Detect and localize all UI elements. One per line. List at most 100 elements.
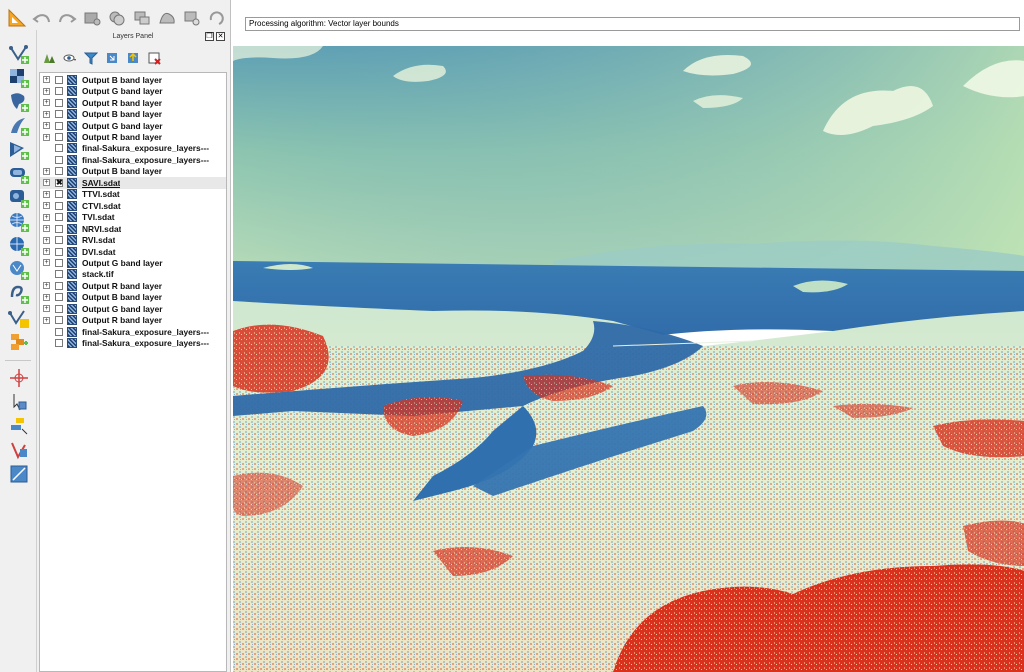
layer-visibility-checkbox[interactable] <box>55 98 63 107</box>
expand-toggle-icon[interactable]: + <box>43 236 50 244</box>
add-mssql-layer-icon[interactable] <box>7 138 31 162</box>
reshape-features-icon[interactable] <box>156 7 178 29</box>
expand-all-icon[interactable] <box>104 51 119 66</box>
layer-visibility-checkbox[interactable] <box>55 213 63 222</box>
layer-item[interactable]: + Output G band layer <box>40 120 226 132</box>
virtual-layer-icon[interactable] <box>7 330 31 354</box>
layer-visibility-checkbox[interactable] <box>55 110 63 119</box>
expand-toggle-icon[interactable]: + <box>43 133 50 141</box>
layer-visibility-checkbox[interactable] <box>55 167 63 176</box>
undo-icon[interactable] <box>31 7 53 29</box>
redo-icon[interactable] <box>56 7 78 29</box>
expand-toggle-icon[interactable]: + <box>43 167 50 175</box>
layer-visibility-checkbox[interactable] <box>55 247 63 256</box>
split-features-icon[interactable] <box>131 7 153 29</box>
layer-visibility-checkbox[interactable] <box>55 155 63 164</box>
merge-features-icon[interactable] <box>106 7 128 29</box>
layer-visibility-checkbox[interactable] <box>55 293 63 302</box>
rotate-feature-icon[interactable] <box>206 7 228 29</box>
layer-visibility-checkbox[interactable] <box>55 144 63 153</box>
expand-toggle-icon[interactable]: + <box>43 190 50 198</box>
expand-toggle-icon[interactable]: + <box>43 122 50 130</box>
expand-toggle-icon[interactable]: + <box>43 110 50 118</box>
layer-item[interactable]: final-Sakura_exposure_layers--- <box>40 154 226 166</box>
layer-item[interactable]: + Output R band layer <box>40 97 226 109</box>
remove-layer-icon[interactable] <box>146 51 161 66</box>
map-tips-icon[interactable] <box>7 462 31 486</box>
layer-item[interactable]: + Output R band layer <box>40 131 226 143</box>
layer-visibility-checkbox[interactable] <box>55 75 63 84</box>
collapse-all-icon[interactable] <box>125 51 140 66</box>
layer-item[interactable]: + Output G band layer <box>40 303 226 315</box>
layer-visibility-checkbox[interactable] <box>55 87 63 96</box>
move-label-icon[interactable] <box>7 414 31 438</box>
layer-visibility-checkbox[interactable] <box>55 304 63 313</box>
layer-item[interactable]: final-Sakura_exposure_layers--- <box>40 326 226 338</box>
expand-toggle-icon[interactable]: + <box>43 248 50 255</box>
layer-item[interactable]: + Output B band layer <box>40 74 226 86</box>
layer-item[interactable]: final-Sakura_exposure_layers--- <box>40 143 226 155</box>
layer-visibility-checkbox[interactable]: ✖ <box>55 178 63 187</box>
layer-visibility-checkbox[interactable] <box>55 133 63 141</box>
layer-visibility-checkbox[interactable] <box>55 327 63 336</box>
add-vector-layer-icon[interactable] <box>7 42 31 66</box>
layer-visibility-checkbox[interactable] <box>55 201 63 210</box>
add-delimited-text-layer-icon[interactable] <box>7 282 31 306</box>
expand-toggle-icon[interactable]: + <box>43 316 50 324</box>
crosshair-icon[interactable] <box>7 366 31 390</box>
layer-item[interactable]: + Output R band layer <box>40 280 226 292</box>
digitize-feature-icon[interactable] <box>81 7 103 29</box>
add-oracle-layer-icon[interactable] <box>7 162 31 186</box>
new-shapefile-layer-icon[interactable] <box>7 306 31 330</box>
expand-toggle-icon[interactable]: + <box>43 202 50 210</box>
layer-item[interactable]: + Output G band layer <box>40 257 226 269</box>
layer-visibility-checkbox[interactable] <box>55 190 63 199</box>
layer-visibility-checkbox[interactable] <box>55 121 63 130</box>
layer-item[interactable]: + NRVI.sdat <box>40 223 226 235</box>
layer-item[interactable]: final-Sakura_exposure_layers--- <box>40 337 226 349</box>
offset-curve-icon[interactable] <box>181 7 203 29</box>
layer-item[interactable]: + Output R band layer <box>40 314 226 326</box>
layer-item[interactable]: + CTVI.sdat <box>40 200 226 212</box>
layer-visibility-checkbox[interactable] <box>55 236 63 245</box>
vertex-tool-icon[interactable] <box>7 390 31 414</box>
filter-legend-icon[interactable] <box>83 51 98 66</box>
layer-visibility-checkbox[interactable] <box>55 339 63 348</box>
ruler-triangle-icon[interactable] <box>6 7 28 29</box>
expand-toggle-icon[interactable]: + <box>43 213 50 221</box>
add-db2-layer-icon[interactable] <box>7 186 31 210</box>
layer-visibility-checkbox[interactable] <box>55 281 63 290</box>
georeferencer-icon[interactable] <box>7 438 31 462</box>
add-wcs-layer-icon[interactable] <box>7 234 31 258</box>
open-layer-styling-icon[interactable] <box>41 51 56 66</box>
layer-visibility-checkbox[interactable] <box>55 270 63 279</box>
add-postgis-layer-icon[interactable] <box>7 90 31 114</box>
expand-toggle-icon[interactable]: + <box>43 259 50 267</box>
layer-visibility-checkbox[interactable] <box>55 258 63 267</box>
layer-item[interactable]: stack.tif <box>40 269 226 281</box>
close-panel-button[interactable]: ✕ <box>216 32 225 41</box>
layer-item[interactable]: + TVI.sdat <box>40 211 226 223</box>
layer-item[interactable]: + TTVI.sdat <box>40 189 226 201</box>
expand-toggle-icon[interactable]: + <box>43 293 50 301</box>
layer-item[interactable]: + DVI.sdat <box>40 246 226 258</box>
layer-item[interactable]: + Output B band layer <box>40 166 226 178</box>
float-panel-button[interactable]: ❐ <box>205 32 214 41</box>
add-spatialite-layer-icon[interactable] <box>7 114 31 138</box>
map-canvas[interactable] <box>233 46 1024 672</box>
layer-visibility-checkbox[interactable] <box>55 316 63 325</box>
expand-toggle-icon[interactable]: + <box>43 282 50 290</box>
layer-item[interactable]: + Output G band layer <box>40 85 226 97</box>
layer-item[interactable]: + RVI.sdat <box>40 234 226 246</box>
expand-toggle-icon[interactable]: + <box>43 225 50 233</box>
add-wms-layer-icon[interactable] <box>7 210 31 234</box>
expand-toggle-icon[interactable]: + <box>43 305 50 313</box>
add-wfs-layer-icon[interactable] <box>7 258 31 282</box>
expand-toggle-icon[interactable]: + <box>43 87 50 95</box>
layer-tree[interactable]: + Output B band layer + Output G band layer… <box>39 72 227 672</box>
manage-visibility-icon[interactable] <box>62 51 77 66</box>
expand-toggle-icon[interactable]: + <box>43 76 50 84</box>
add-raster-layer-icon[interactable] <box>7 66 31 90</box>
layer-item[interactable]: + ✖ SAVI.sdat <box>40 177 226 189</box>
layer-visibility-checkbox[interactable] <box>55 224 63 233</box>
